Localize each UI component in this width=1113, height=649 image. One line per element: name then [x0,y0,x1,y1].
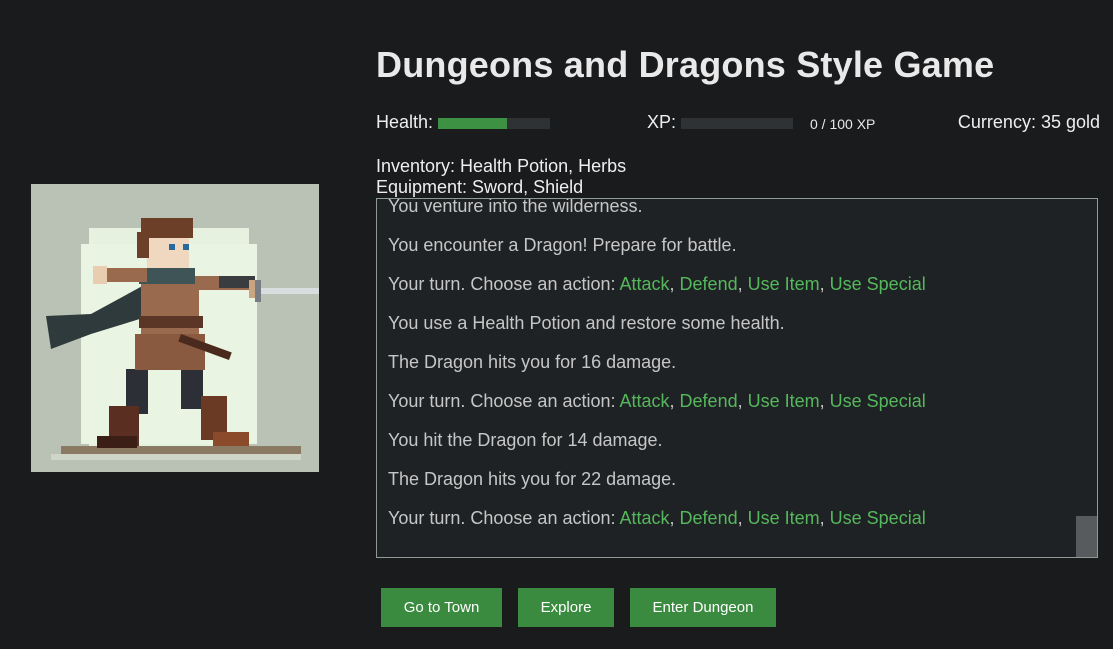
action-separator: , [737,391,748,411]
action-link-use-item[interactable]: Use Item [748,274,820,294]
action-link-defend[interactable]: Defend [680,391,738,411]
page-title: Dungeons and Dragons Style Game [376,44,995,85]
action-separator: , [669,508,680,528]
log-line: You venture into the wilderness. [388,198,1071,226]
health-bar-fill [438,118,508,129]
log-text: Your turn. Choose an action: [388,391,620,411]
log-text: You hit the Dragon for 14 damage. [388,430,663,450]
action-separator: , [737,274,748,294]
health-bar [438,118,550,129]
game-log-content: You venture into the wilderness. You enco… [388,198,1071,538]
xp-value: 0 / 100 XP [810,116,876,132]
enter-dungeon-button[interactable]: Enter Dungeon [630,588,776,627]
xp-bar [681,118,793,129]
explore-button[interactable]: Explore [518,588,614,627]
action-link-attack[interactable]: Attack [620,391,670,411]
action-separator: , [669,274,680,294]
action-link-defend[interactable]: Defend [680,274,738,294]
log-text: You venture into the wilderness. [388,198,643,216]
action-link-defend[interactable]: Defend [680,508,738,528]
log-text: The Dragon hits you for 16 damage. [388,352,677,372]
character-portrait [31,184,319,472]
inventory-text: Inventory: Health Potion, Herbs [376,156,627,176]
log-line: You encounter a Dragon! Prepare for batt… [388,226,1071,265]
equipment-text: Equipment: Sword, Shield [376,177,584,197]
swordsman-icon [46,218,319,460]
log-line: You use a Health Potion and restore some… [388,304,1071,343]
game-log[interactable]: You venture into the wilderness. You enco… [376,198,1098,558]
xp-label: XP: [647,112,677,132]
action-link-use-special[interactable]: Use Special [830,508,926,528]
action-link-use-special[interactable]: Use Special [830,274,926,294]
action-separator: , [737,508,748,528]
action-link-use-item[interactable]: Use Item [748,508,820,528]
action-link-attack[interactable]: Attack [620,508,670,528]
action-separator: , [819,274,830,294]
log-text: Your turn. Choose an action: [388,508,620,528]
log-text: Your turn. Choose an action: [388,274,620,294]
action-separator: , [819,391,830,411]
currency-value: Currency: 35 gold [957,112,1100,132]
log-line: The Dragon hits you for 16 damage. [388,343,1071,382]
log-line: Your turn. Choose an action: Attack, Def… [388,382,1071,421]
go-to-town-button[interactable]: Go to Town [381,588,502,627]
action-separator: , [819,508,830,528]
health-label: Health: [376,112,434,132]
action-link-attack[interactable]: Attack [620,274,670,294]
log-line: Your turn. Choose an action: Attack, Def… [388,265,1071,304]
action-link-use-special[interactable]: Use Special [830,391,926,411]
log-text: The Dragon hits you for 22 damage. [388,469,677,489]
action-separator: , [669,391,680,411]
log-line: You hit the Dragon for 14 damage. [388,421,1071,460]
log-scrollbar-thumb[interactable] [1076,516,1097,557]
log-line: The Dragon hits you for 22 damage. [388,460,1071,499]
action-link-use-item[interactable]: Use Item [748,391,820,411]
log-text: You use a Health Potion and restore some… [388,313,785,333]
log-line: Your turn. Choose an action: Attack, Def… [388,499,1071,538]
log-scrollbar[interactable] [1076,199,1097,557]
log-text: You encounter a Dragon! Prepare for batt… [388,235,737,255]
